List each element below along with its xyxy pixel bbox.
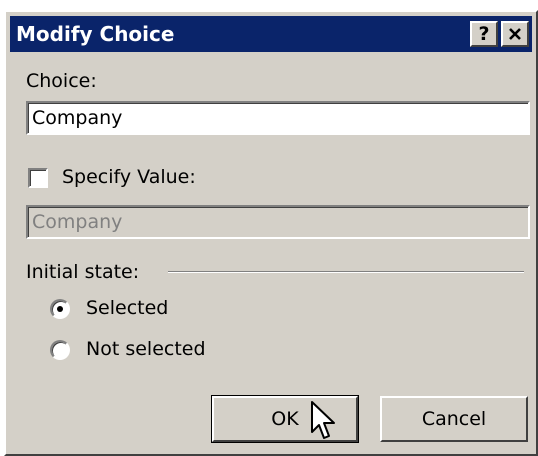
radio-dot [57,306,63,312]
help-button[interactable]: ? [470,21,498,47]
choice-input[interactable]: Company [26,101,530,135]
specify-value-input[interactable]: Company [26,205,530,239]
modify-choice-dialog: Modify Choice ? Choice: Company Specify … [4,10,538,456]
group-divider [168,271,524,273]
mouse-pointer-icon [311,401,335,439]
close-button[interactable] [501,21,529,47]
initial-state-label: Initial state: [26,261,140,283]
specify-value-label: Specify Value: [62,166,196,188]
radio-not-selected[interactable] [50,340,70,360]
close-icon [509,28,521,40]
title-bar[interactable]: Modify Choice ? [10,16,532,52]
cancel-button[interactable]: Cancel [380,396,528,442]
specify-value-checkbox[interactable] [28,168,48,188]
radio-not-selected-label: Not selected [86,338,206,360]
choice-label: Choice: [26,70,97,92]
radio-selected[interactable] [50,299,70,319]
dialog-title: Modify Choice [16,22,175,46]
radio-selected-label: Selected [86,297,169,319]
